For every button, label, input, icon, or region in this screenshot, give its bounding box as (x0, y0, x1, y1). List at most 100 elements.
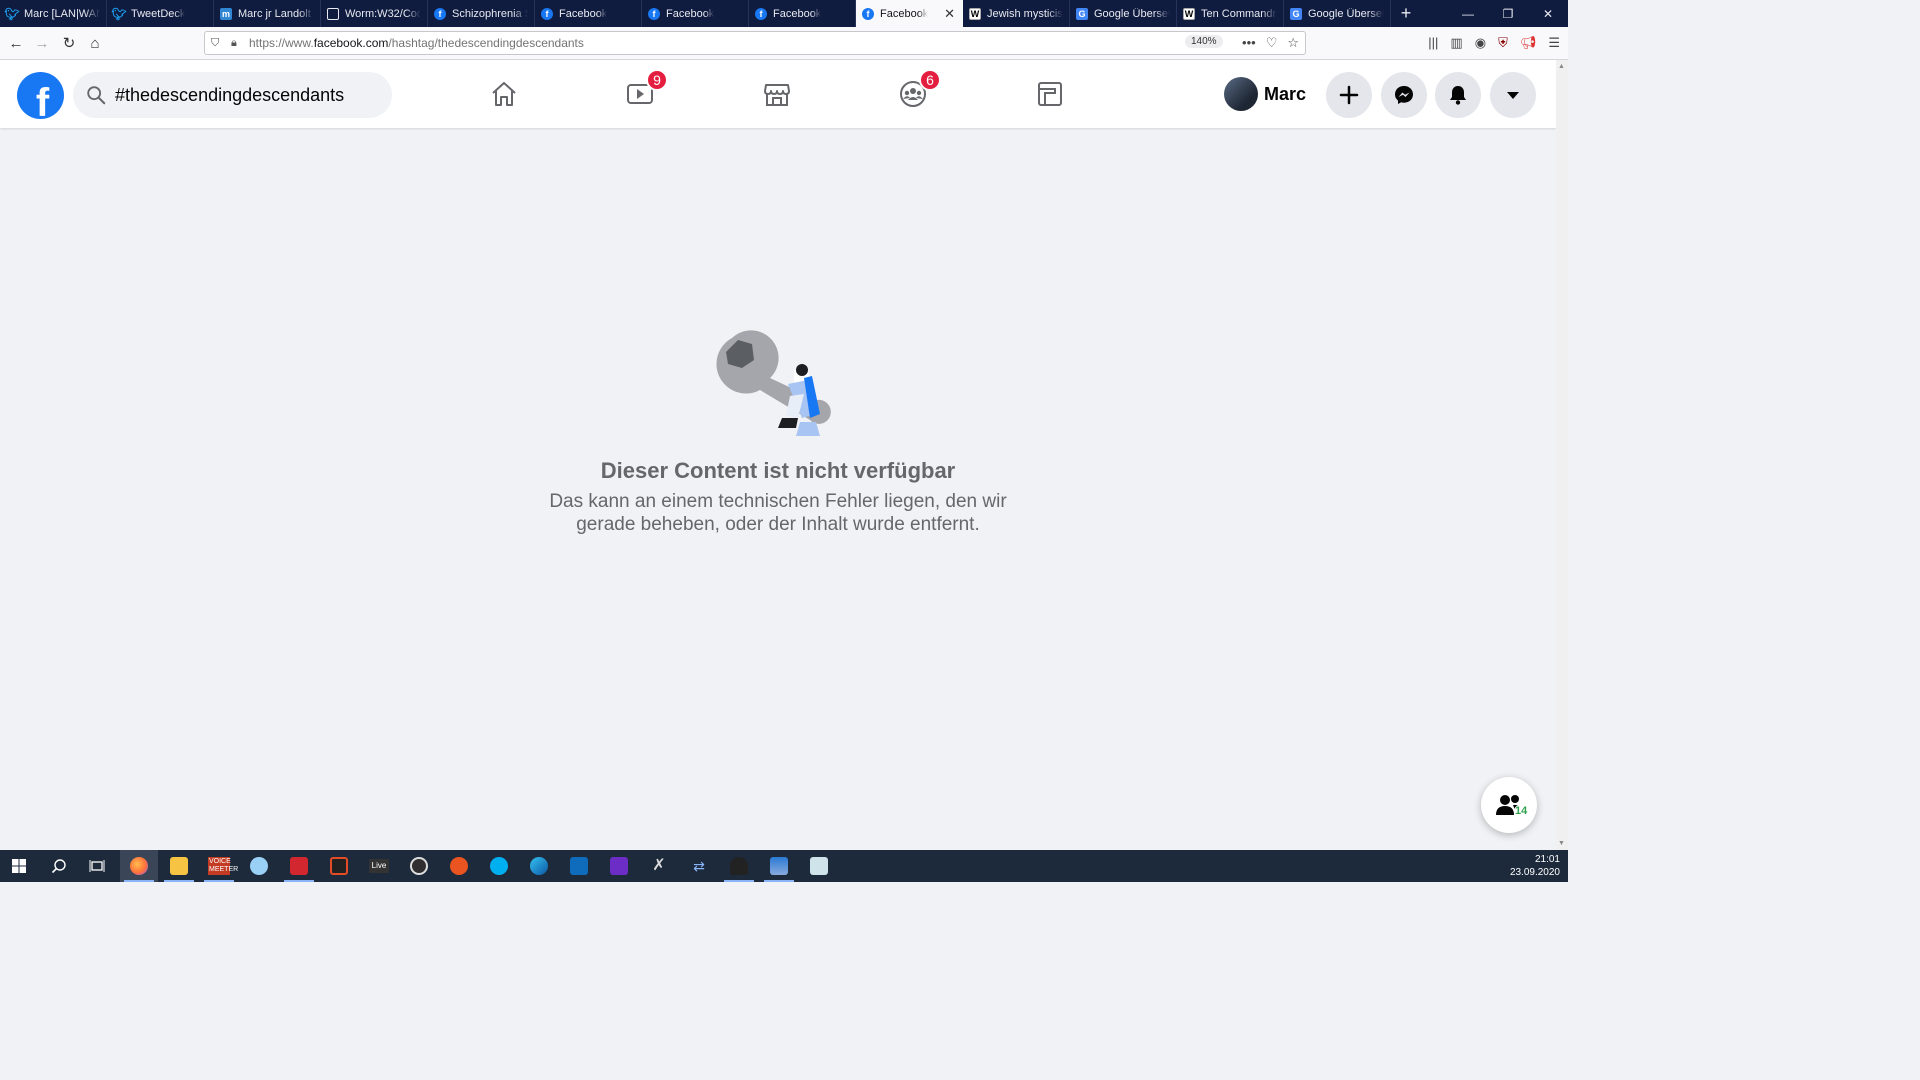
close-tab-icon[interactable]: ✕ (944, 6, 955, 22)
nav-home[interactable] (474, 72, 534, 116)
search-icon (87, 86, 106, 105)
taskbar-ableton-live[interactable]: Live (360, 850, 398, 882)
scroll-up-icon[interactable]: ▲ (1558, 63, 1565, 70)
taskbar-firefox[interactable] (120, 850, 158, 882)
reload-icon[interactable]: ↻ (59, 33, 79, 53)
taskbar-ubuntu[interactable] (440, 850, 478, 882)
browser-tab[interactable]: f Schizophrenia S (428, 0, 535, 27)
unavailable-message: Das kann an einem technischen Fehler lie… (549, 491, 1007, 535)
home-icon[interactable]: ⌂ (85, 33, 105, 53)
browser-tab[interactable]: 🐦︎ Marc [LAN|WAN (0, 0, 107, 27)
minimize-icon[interactable]: — (1448, 0, 1488, 27)
sidebar-icon[interactable]: ▥ (1450, 35, 1462, 51)
search-input[interactable] (115, 84, 375, 106)
ublock-icon[interactable]: ⛨ (1498, 35, 1508, 51)
taskbar-skype[interactable] (480, 850, 518, 882)
library-icon[interactable]: ||| (1428, 35, 1438, 51)
taskbar-app-hex[interactable] (320, 850, 358, 882)
nav-gaming[interactable] (1020, 72, 1080, 116)
restore-icon[interactable]: ❐ (1488, 0, 1528, 27)
browser-tab[interactable]: f Facebook (749, 0, 856, 27)
browser-tab[interactable]: 🐦︎ TweetDeck (107, 0, 214, 27)
facebook-icon: f (541, 7, 553, 20)
taskbar-app-arrows[interactable]: ⇄ (680, 850, 718, 882)
megaphone-icon[interactable]: 📢︎ (1520, 35, 1537, 51)
plus-icon (1339, 85, 1359, 105)
browser-tab[interactable]: W Ten Commandm (1177, 0, 1284, 27)
app-menu-icon[interactable]: ☰ (1548, 35, 1560, 51)
nav-watch[interactable]: 9 (610, 69, 670, 116)
tracking-shield-icon[interactable]: ⛉ (211, 37, 225, 50)
browser-tab[interactable]: m Marc jr Landolt ( (214, 0, 321, 27)
profile-name: Marc (1264, 83, 1307, 104)
taskbar-obs[interactable] (400, 850, 438, 882)
system-clock[interactable]: 21:01 23.09.2020 (1510, 853, 1560, 879)
new-tab-button[interactable]: + (1391, 0, 1421, 27)
url-text[interactable]: https://www.facebook.com/hashtag/thedesc… (249, 36, 584, 50)
task-view-button[interactable] (78, 850, 116, 882)
account-icon[interactable]: ◉ (1475, 35, 1486, 51)
app-icon (330, 857, 348, 875)
close-window-icon[interactable]: ✕ (1528, 0, 1568, 27)
bookmark-star-icon[interactable]: ☆ (1287, 35, 1299, 51)
browser-tab[interactable]: G Google Übersetz (1284, 0, 1391, 27)
gaming-icon (1038, 82, 1062, 106)
nav-groups[interactable]: 6 (883, 69, 943, 116)
windows-logo-icon (12, 859, 26, 873)
taskbar-voicemeeter[interactable]: VOICE MEETER (200, 850, 238, 882)
create-button[interactable] (1326, 72, 1372, 118)
zoom-level[interactable]: 140% (1185, 35, 1223, 48)
taskbar-search[interactable] (40, 850, 78, 882)
lock-icon[interactable]: 🔒︎ (231, 37, 245, 50)
browser-tab[interactable]: WJewish mysticism (963, 0, 1070, 27)
nav-marketplace[interactable] (747, 72, 807, 116)
address-bar[interactable]: ⛉ 🔒︎ https://www.facebook.com/hashtag/th… (204, 31, 1306, 55)
browser-toolbar: ← → ↻ ⌂ ⛉ 🔒︎ https://www.facebook.com/ha… (0, 27, 1568, 60)
messenger-button[interactable] (1381, 72, 1427, 118)
contacts-count: 14 (1514, 805, 1529, 817)
caret-down-icon (1507, 92, 1519, 99)
taskbar-explorer[interactable] (160, 850, 198, 882)
taskbar-app-purple[interactable] (600, 850, 638, 882)
page-scrollbar[interactable]: ▲ ▼ (1556, 60, 1568, 850)
browser-tab[interactable]: Worm:W32/Cod (321, 0, 428, 27)
taskbar-app-x[interactable]: ✗ (640, 850, 678, 882)
unavailable-title: Dieser Content ist nicht verfügbar (600, 458, 956, 483)
browser-tab[interactable]: f Facebook (535, 0, 642, 27)
contacts-button[interactable]: 14 (1481, 777, 1537, 833)
start-button[interactable] (0, 850, 38, 882)
taskbar-inkscape[interactable] (720, 850, 758, 882)
clock-time: 21:01 (1534, 854, 1560, 865)
browser-tab[interactable]: f Facebook (642, 0, 749, 27)
profile-link[interactable]: Marc (1224, 77, 1306, 111)
pocket-icon[interactable]: ♡ (1266, 35, 1278, 51)
obs-icon (410, 857, 428, 875)
facebook-logo-icon[interactable]: f (17, 72, 64, 119)
live-icon: Live (369, 859, 389, 873)
folder-icon (170, 857, 188, 875)
browser-tab-active[interactable]: f Facebook ✕ (856, 0, 963, 27)
taskbar-photos[interactable] (760, 850, 798, 882)
browser-tab[interactable]: G Google Übersetz (1070, 0, 1177, 27)
facebook-icon: f (755, 7, 767, 20)
window-controls: — ❐ ✕ (1448, 0, 1568, 27)
wrench-illustration-icon (716, 330, 831, 436)
task-view-icon (89, 860, 105, 872)
taskbar-outlook[interactable] (560, 850, 598, 882)
app-icon (610, 857, 628, 875)
ubuntu-icon (450, 857, 468, 875)
taskbar-app-cloud[interactable] (240, 850, 278, 882)
account-menu-button[interactable] (1490, 72, 1536, 118)
taskbar-edge[interactable] (520, 850, 558, 882)
forward-arrow-icon[interactable]: → (32, 33, 52, 53)
google-translate-icon: G (1290, 7, 1302, 20)
taskbar-app-red[interactable] (280, 850, 318, 882)
scroll-down-icon[interactable]: ▼ (1558, 840, 1565, 847)
notifications-button[interactable] (1435, 72, 1481, 118)
facebook-icon: f (434, 7, 446, 20)
taskbar-notes[interactable] (800, 850, 838, 882)
page-actions-icon[interactable]: ••• (1242, 35, 1256, 51)
search-bar[interactable] (73, 72, 392, 118)
messenger-icon (1395, 86, 1413, 104)
back-arrow-icon[interactable]: ← (6, 33, 26, 53)
